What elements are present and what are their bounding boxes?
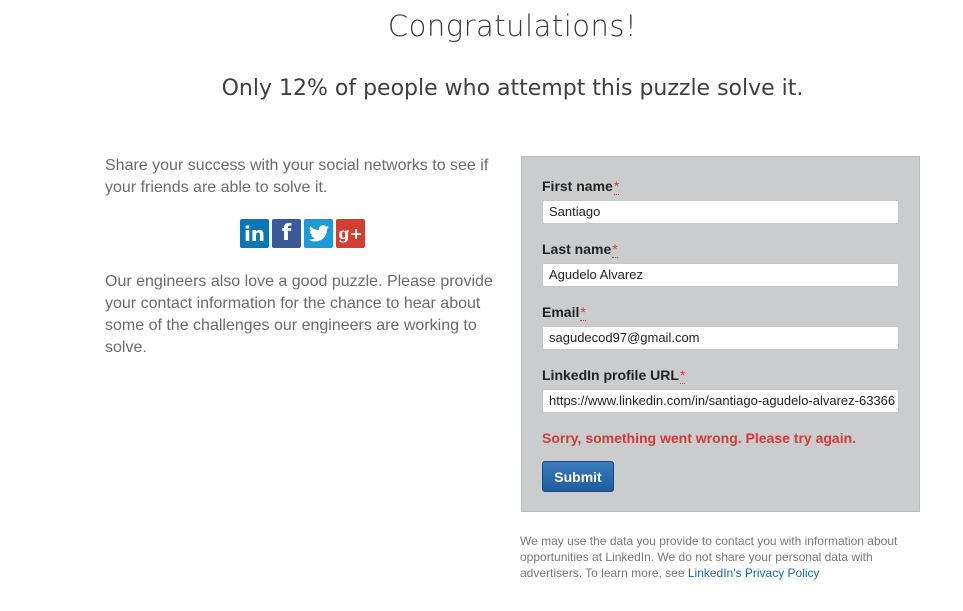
email-field[interactable]: sagudecod97@gmail.com: [542, 326, 899, 350]
required-marker: *: [580, 304, 586, 321]
email-label-text: Email: [542, 304, 580, 320]
facebook-glyph: f: [281, 221, 292, 246]
first-name-field[interactable]: Santiago: [542, 200, 899, 224]
required-marker: *: [612, 241, 618, 258]
required-marker: *: [613, 178, 620, 195]
contact-form: First name* Santiago Last name* Agudelo …: [521, 156, 920, 512]
error-message: Sorry, something went wrong. Please try …: [542, 430, 857, 446]
share-text: Share your success with your social netw…: [105, 157, 489, 196]
last-name-field[interactable]: Agudelo Alvarez: [542, 263, 899, 287]
social-share-bar: in f g+: [240, 219, 365, 248]
required-marker: *: [679, 367, 686, 384]
first-name-label: First name*: [542, 178, 620, 195]
linkedin-url-field[interactable]: https://www.linkedin.com/in/santiago-agu…: [542, 389, 899, 413]
last-name-label: Last name*: [542, 241, 618, 258]
first-name-label-text: First name: [542, 178, 613, 194]
page-subtitle: Only 12% of people who attempt this puzz…: [221, 76, 804, 101]
linkedin-icon[interactable]: in: [240, 219, 269, 248]
submit-button[interactable]: Submit: [542, 461, 614, 492]
linkedin-url-label-text: LinkedIn profile URL: [542, 367, 679, 383]
privacy-disclaimer: We may use the data you provide to conta…: [520, 533, 920, 581]
email-label: Email*: [542, 304, 586, 321]
twitter-bird-shape: [308, 225, 329, 242]
privacy-policy-link[interactable]: LinkedIn's Privacy Policy: [688, 566, 820, 580]
linkedin-url-label: LinkedIn profile URL*: [542, 367, 686, 384]
facebook-icon[interactable]: f: [272, 219, 301, 248]
google-plus-glyph: g+: [338, 224, 363, 243]
engineers-text: Our engineers also love a good puzzle. P…: [105, 273, 493, 356]
google-plus-icon[interactable]: g+: [336, 219, 365, 248]
page-title: Congratulations!: [387, 9, 638, 43]
linkedin-glyph: in: [243, 221, 266, 246]
last-name-label-text: Last name: [542, 241, 612, 257]
twitter-icon[interactable]: [304, 219, 333, 248]
share-section: Share your success with your social netw…: [105, 155, 500, 199]
